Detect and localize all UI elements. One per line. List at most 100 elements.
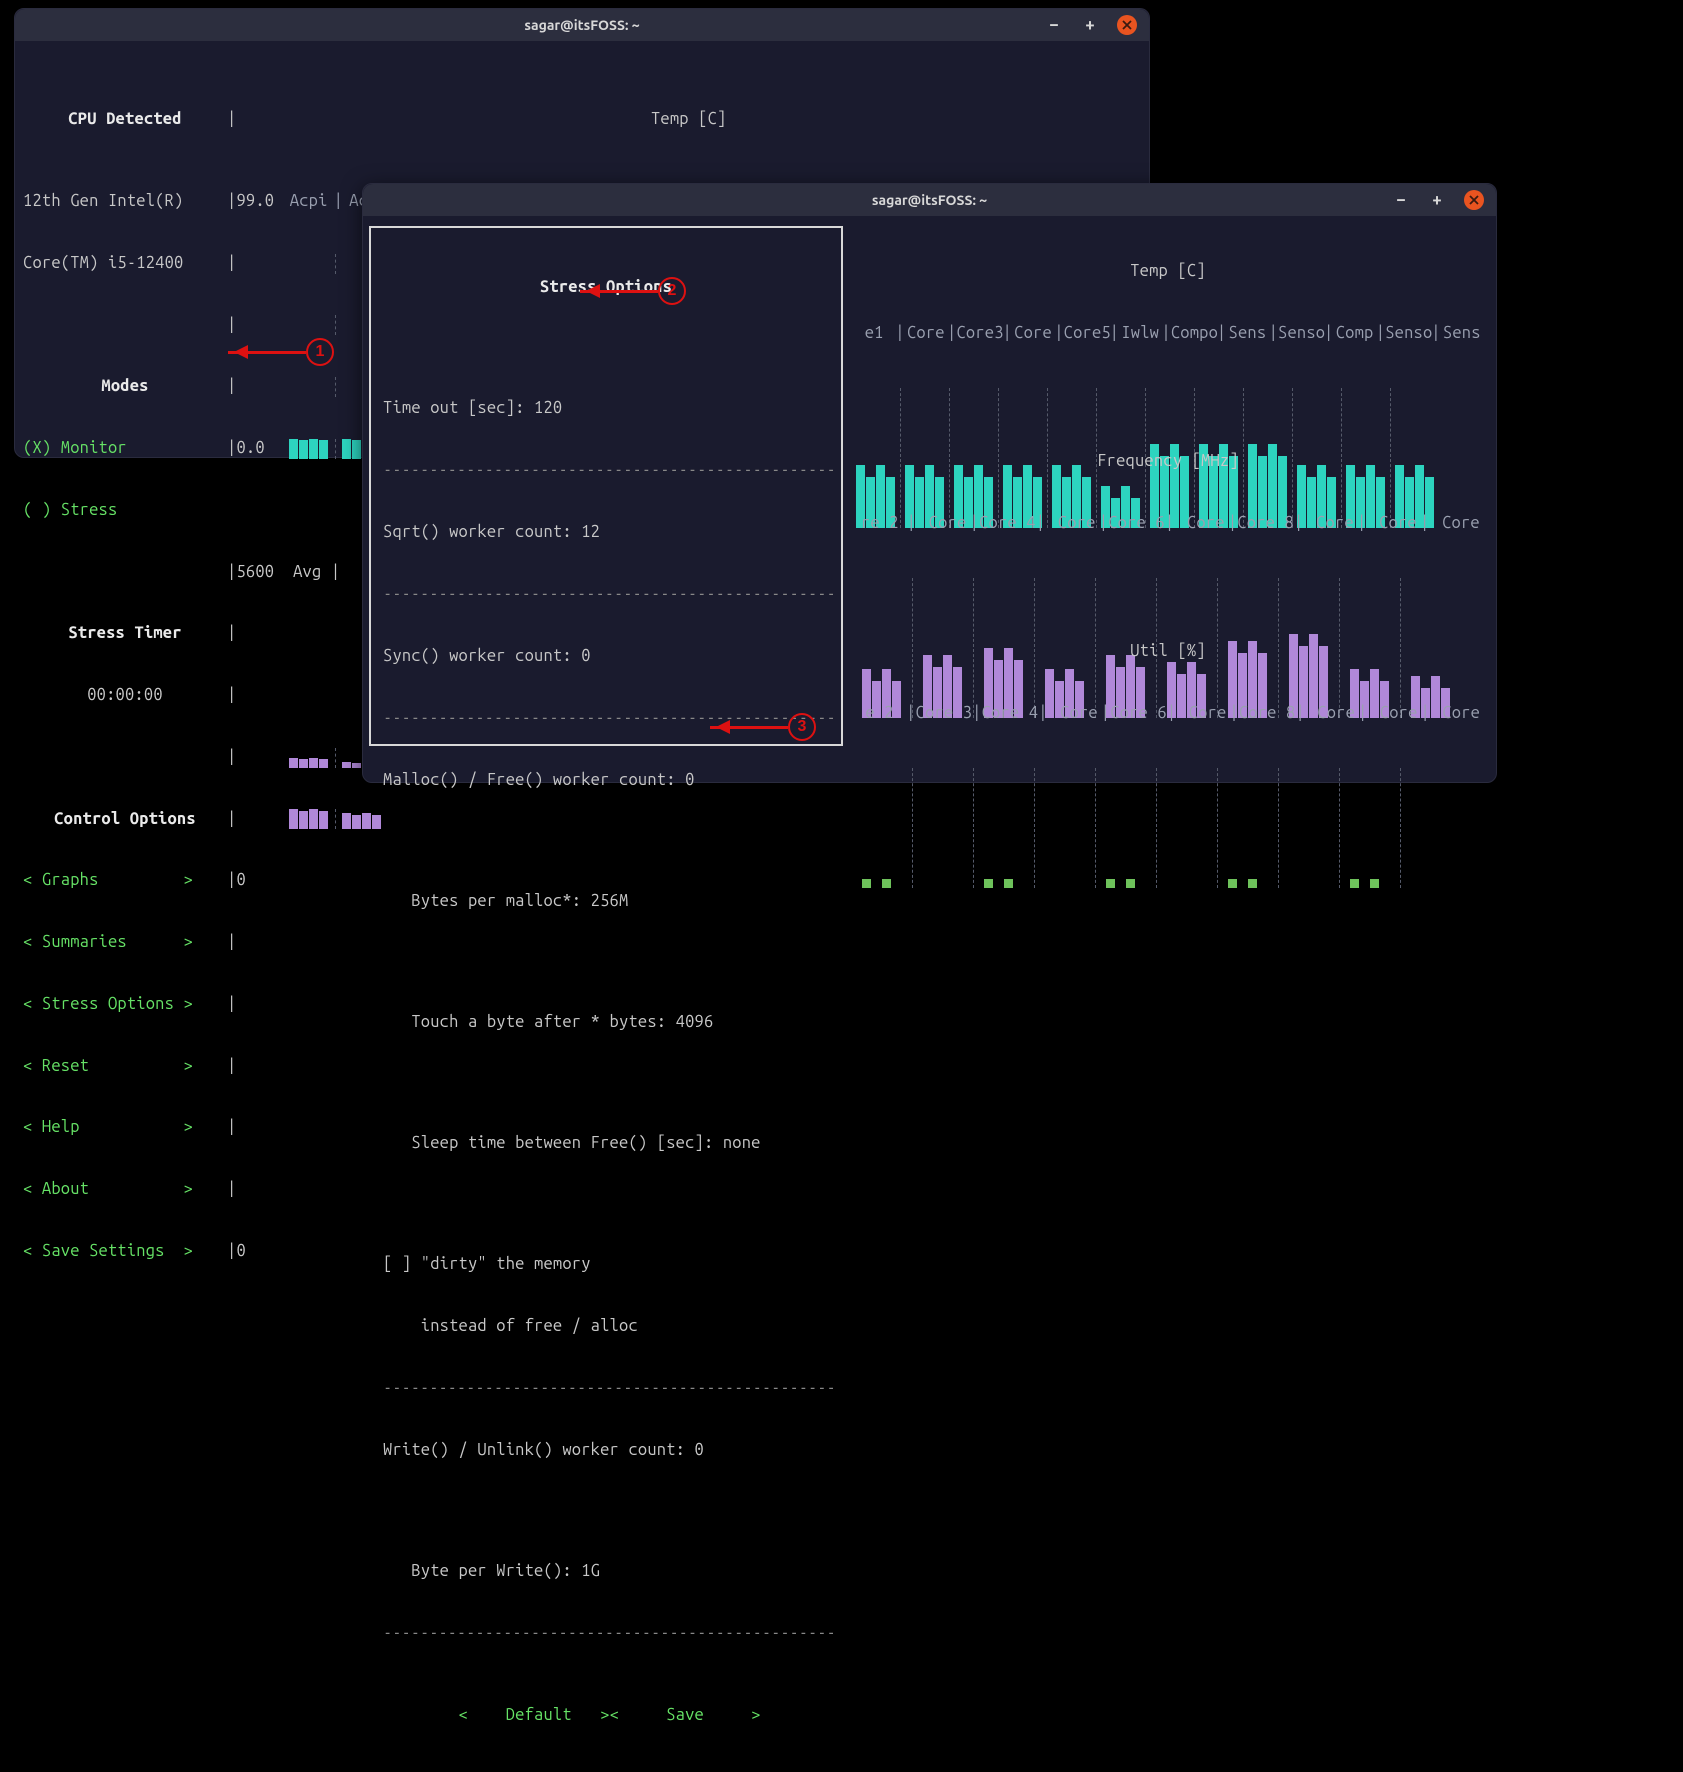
menu-about[interactable]: < About > — [23, 1179, 227, 1200]
stress-timer-heading: Stress Timer — [23, 623, 227, 644]
column-header: Core 8 — [1237, 513, 1294, 534]
bar-cell — [1219, 768, 1277, 888]
freq-bars-back-r2 — [284, 809, 387, 829]
util-header-front: Util [%] — [853, 641, 1483, 662]
menu-save-settings[interactable]: < Save Settings > — [23, 1241, 227, 1262]
menu-stress-options[interactable]: < Stress Options > — [23, 994, 227, 1015]
callout-1: 1 — [306, 338, 334, 366]
minimize-button[interactable]: − — [1045, 16, 1063, 34]
column-header: Iwlw — [1119, 323, 1161, 344]
control-options-heading: Control Options — [23, 809, 227, 830]
bar-cell — [1097, 768, 1155, 888]
menu-help[interactable]: < Help > — [23, 1117, 227, 1138]
divider: ----------------------------------------… — [383, 1378, 829, 1399]
terminal-window-front: sagar@itsFOSS: ~ − + Temp [C] e1|Core|Co… — [362, 183, 1497, 783]
column-header: Core 4 — [979, 513, 1036, 534]
bar-cell — [1341, 768, 1399, 888]
yscale-mid: |0.0 — [227, 438, 284, 459]
column-header: Core — [1174, 513, 1228, 534]
titlebar-front: sagar@itsFOSS: ~ − + — [363, 184, 1496, 216]
opt-sleep-time[interactable]: Sleep time between Free() [sec]: none — [383, 1133, 829, 1154]
vbar1: |0 — [227, 870, 246, 891]
util-section-front: Util [%] e 2|Core 3|Core 4| Core|Core 6|… — [853, 600, 1483, 930]
divider: ----------------------------------------… — [383, 1623, 829, 1644]
menu-reset[interactable]: < Reset > — [23, 1056, 227, 1077]
cpu-detected-heading: CPU Detected — [23, 109, 227, 130]
mode-monitor[interactable]: (X) Monitor — [23, 438, 227, 459]
column-header: Core — [1048, 703, 1101, 724]
yscale-freq: |5600 Avg | — [227, 562, 340, 583]
column-header: Acpi — [284, 191, 334, 212]
maximize-button[interactable]: + — [1081, 16, 1099, 34]
opt-touch-byte[interactable]: Touch a byte after * bytes: 4096 — [383, 1012, 829, 1033]
bar-cell — [284, 748, 334, 768]
terminal-content-front: Temp [C] e1|Core|Core3|Core|Core5|Iwlw|C… — [363, 216, 1496, 776]
menu-graphs[interactable]: < Graphs > — [23, 870, 227, 891]
window-title: sagar@itsFOSS: ~ — [524, 17, 639, 33]
callout-3: 3 — [788, 713, 816, 741]
column-header: Compo — [1171, 323, 1217, 344]
divider: ----------------------------------------… — [383, 460, 829, 481]
bar-cell — [1402, 768, 1460, 888]
bar-cell — [853, 768, 911, 888]
column-header: Core — [1429, 513, 1483, 534]
column-header: Core — [1305, 703, 1358, 724]
close-button[interactable] — [1117, 15, 1137, 35]
temp-columns-front: e1|Core|Core3|Core|Core5|Iwlw|Compo|Sens… — [853, 323, 1483, 343]
bar-cell — [337, 809, 387, 829]
panel-default-button[interactable]: < Default > — [459, 1706, 610, 1724]
modes-heading: Modes — [23, 376, 227, 397]
opt-dirty-1[interactable]: [ ] "dirty" the memory — [383, 1254, 829, 1275]
column-header: Core — [1012, 323, 1054, 344]
column-header: Core 3 — [916, 703, 973, 724]
opt-byte-write[interactable]: Byte per Write(): 1G — [383, 1561, 829, 1582]
opt-dirty-2: instead of free / alloc — [383, 1316, 829, 1337]
column-header: Core — [1430, 703, 1483, 724]
menu-summaries[interactable]: < Summaries > — [23, 932, 227, 953]
column-header: Core 8 — [1239, 703, 1296, 724]
column-header: Senso — [1385, 323, 1431, 344]
cpu-line1: 12th Gen Intel(R) — [23, 191, 227, 212]
column-header: Core5 — [1064, 323, 1110, 344]
bar-cell — [975, 768, 1033, 888]
column-header: Core3 — [956, 323, 1002, 344]
bar-cell — [284, 439, 334, 459]
temp-header-front: Temp [C] — [853, 261, 1483, 282]
bar-cell — [284, 254, 334, 274]
column-header: e 2 — [853, 703, 906, 724]
opt-write-unlink[interactable]: Write() / Unlink() worker count: 0 — [383, 1440, 829, 1461]
column-header: Core — [1303, 513, 1357, 534]
column-header: Core 4 — [982, 703, 1039, 724]
column-header: Core — [916, 513, 970, 534]
mode-stress[interactable]: ( ) Stress — [23, 500, 227, 521]
opt-sqrt[interactable]: Sqrt() worker count: 12 — [383, 522, 829, 543]
cpu-line2: Core(TM) i5-12400 — [23, 253, 227, 274]
util-bars-front — [853, 768, 1483, 888]
opt-malloc[interactable]: Malloc() / Free() worker count: 0 — [383, 770, 829, 791]
column-header: Core 6 — [1108, 513, 1165, 534]
arrow-2 — [580, 290, 658, 293]
column-header: Comp — [1333, 323, 1375, 344]
close-button[interactable] — [1464, 190, 1484, 210]
maximize-button[interactable]: + — [1428, 191, 1446, 209]
opt-timeout[interactable]: Time out [sec]: 120 — [383, 398, 829, 419]
column-header: Core 6 — [1110, 703, 1167, 724]
column-header: Core — [1366, 513, 1420, 534]
opt-bytes-malloc[interactable]: Bytes per malloc*: 256M — [383, 891, 829, 912]
column-header: Sens — [1226, 323, 1268, 344]
freq-columns-front: re 2| Core|Core 4| Core|Core 6| Core|Cor… — [853, 513, 1483, 533]
panel-save-button[interactable]: < Save > — [610, 1706, 761, 1724]
window-title-front: sagar@itsFOSS: ~ — [872, 192, 987, 208]
bar-cell — [1158, 768, 1216, 888]
bar-cell — [284, 809, 334, 829]
opt-sync[interactable]: Sync() worker count: 0 — [383, 646, 829, 667]
minimize-button[interactable]: − — [1392, 191, 1410, 209]
util-columns-front: e 2|Core 3|Core 4| Core|Core 6| Core|Cor… — [853, 703, 1483, 723]
column-header: re 2 — [853, 513, 907, 534]
panel-title: Stress Options — [383, 277, 829, 298]
stress-options-panel: Stress Options Time out [sec]: 120 -----… — [369, 226, 843, 746]
titlebar-back: sagar@itsFOSS: ~ − + — [15, 9, 1149, 41]
callout-2: 2 — [658, 277, 686, 305]
bar-cell — [1280, 768, 1338, 888]
column-header: Senso — [1278, 323, 1324, 344]
